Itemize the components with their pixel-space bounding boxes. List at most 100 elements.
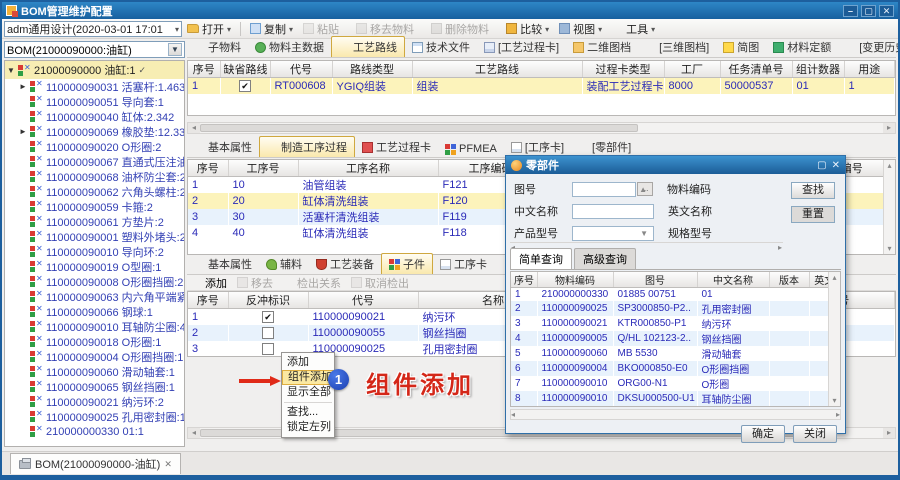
context-menu-item[interactable]: 锁定左列 <box>282 420 334 435</box>
child-toolbar-button[interactable]: 添加 <box>191 274 227 292</box>
main-tab[interactable]: 二维图档 <box>566 37 638 57</box>
toolbar-button[interactable]: 比较 <box>501 20 554 38</box>
expander-icon[interactable]: ► <box>19 127 27 136</box>
expander-icon[interactable]: ► <box>19 82 27 91</box>
route-detail-tab[interactable]: 基本属性 <box>187 137 259 157</box>
tree-node[interactable]: ► 110000090004 O形圈挡圈:1 ✓ <box>5 349 184 364</box>
tree-node[interactable]: ► 110000090020 O形圈:2 ✓ <box>5 139 184 154</box>
drawing-no-input[interactable] <box>572 182 636 197</box>
bom-view-combobox[interactable]: BOM(21000090000:油缸) ▼ <box>4 41 185 58</box>
chinese-name-input[interactable] <box>572 204 654 219</box>
toolbar-button[interactable]: 复制 <box>245 20 298 38</box>
horizontal-scrollbar[interactable]: ◂ ▸ <box>187 122 896 134</box>
query-tab[interactable]: 简单查询 <box>510 248 572 269</box>
status-tab[interactable]: BOM(21000090000-油缸) ✕ <box>10 453 181 474</box>
context-menu-item[interactable]: 查找... <box>282 405 334 420</box>
dialog-close-button[interactable]: 关闭 <box>793 425 837 443</box>
minimize-button[interactable]: – <box>843 5 858 17</box>
parts-row[interactable]: 6110000090004 BKO000850-E0O形圈挡圈 <box>511 361 840 376</box>
vertical-scrollbar[interactable]: ▴ ▾ <box>883 160 895 254</box>
scroll-right-icon[interactable]: ▸ <box>883 428 895 438</box>
maximize-button[interactable]: ▢ <box>861 5 876 17</box>
main-tab[interactable]: 简图 <box>716 37 766 57</box>
default-route-checkbox[interactable]: ✔ <box>239 80 251 92</box>
scroll-up-icon[interactable]: ▴ <box>887 161 891 170</box>
tree-node[interactable]: ► 110000090019 O型圈:1 ✓ <box>5 259 184 274</box>
parts-row[interactable]: 5110000090060 MB 5530滑动轴套 <box>511 346 840 361</box>
main-tab[interactable]: 物料主数据 <box>248 37 331 57</box>
tree-node[interactable]: ► 110000090066 钢球:1 ✓ <box>5 304 184 319</box>
main-tab[interactable]: 子物料 <box>187 37 248 57</box>
tree-root-node[interactable]: ▼ 21000090000 油缸:1 ✓ <box>5 61 184 79</box>
operation-detail-tab[interactable]: 基本属性 <box>187 254 259 274</box>
tree-node[interactable]: ► 110000090021 纳污环:2 ✓ <box>5 394 184 409</box>
scroll-left-icon[interactable]: ◂ <box>188 428 200 438</box>
operation-detail-tab[interactable]: 子件 <box>381 253 433 274</box>
tree-node[interactable]: ► 110000090008 O形圈挡圈:2 ✓ <box>5 274 184 289</box>
context-menu-item[interactable]: 显示全部 <box>282 385 334 400</box>
scroll-down-icon[interactable]: ▼ <box>640 229 648 238</box>
child-toolbar-button[interactable]: 检出关系 <box>283 274 341 292</box>
horizontal-scrollbar[interactable]: ◂▸ <box>510 409 841 420</box>
tree-node[interactable]: ► 110000090018 O形圈:1 ✓ <box>5 334 184 349</box>
scroll-up-icon[interactable]: ▲ <box>639 185 647 194</box>
ok-button[interactable]: 确定 <box>741 425 785 443</box>
tree-node[interactable]: ► 210000000330 01:1 ✓ <box>5 424 184 439</box>
main-tab[interactable]: 材料定额 <box>766 37 838 57</box>
main-tab[interactable]: [变更历史] <box>838 37 900 57</box>
route-row[interactable]: 1 ✔ RT000608YGIQ组装 组装装配工艺过程卡 80005000053… <box>188 78 895 95</box>
dialog-maximize-icon[interactable]: ▢ <box>817 160 826 171</box>
toolbar-button[interactable]: 工具 <box>607 20 660 38</box>
main-tab[interactable]: [三维图档] <box>638 37 716 57</box>
tree-node[interactable]: ► 110000090063 内六角平端紧定螺钉:1 ✓ <box>5 289 184 304</box>
tree-node[interactable]: ► 110000090040 缸体:2.342 ✓ <box>5 109 184 124</box>
tree-node[interactable]: ► 110000090062 六角头螺柱:2 ✓ <box>5 184 184 199</box>
profile-combobox[interactable]: adm通用设计(2020-03-01 17:01 <box>4 21 182 37</box>
child-toolbar-button[interactable]: 取消检出 <box>351 274 409 292</box>
toolbar-button[interactable]: 删除物料 <box>426 20 501 38</box>
main-tab[interactable]: [工艺过程卡] <box>477 37 566 57</box>
main-tab[interactable]: 工艺路线 <box>331 36 405 57</box>
context-menu-item[interactable]: 添加 <box>282 355 334 370</box>
toolbar-button[interactable]: 移去物料 <box>351 20 426 38</box>
tree-node[interactable]: ► 110000090069 橡胶垫:12.334 ✓ <box>5 124 184 139</box>
scroll-right-icon[interactable]: ▸ <box>883 123 895 133</box>
tree-node[interactable]: ► 110000090031 活塞杆:1.463 ✓ <box>5 79 184 94</box>
scroll-down-icon[interactable]: ▾ <box>832 396 836 405</box>
expander-icon[interactable]: ▼ <box>7 66 15 75</box>
tree-node[interactable]: ► 110000090061 方垫片:2 ✓ <box>5 214 184 229</box>
vertical-scrollbar[interactable]: ▴ ▾ <box>828 272 840 406</box>
tree-node[interactable]: ► 110000090051 导向套:1 ✓ <box>5 94 184 109</box>
tree-node[interactable]: ► 110000090010 导向环:2 ✓ <box>5 244 184 259</box>
tree-node[interactable]: ► 110000090025 孔用密封圈:1 ✓ <box>5 409 184 424</box>
toolbar-button[interactable]: 视图 <box>554 20 607 38</box>
scroll-up-icon[interactable]: ▴ <box>832 273 836 282</box>
close-tab-icon[interactable]: ✕ <box>164 459 172 470</box>
main-tab[interactable]: 技术文件 <box>405 37 477 57</box>
close-button[interactable]: ✕ <box>879 5 894 17</box>
tree-node[interactable]: ► 110000090001 塑料外堵头:2 ✓ <box>5 229 184 244</box>
route-detail-tab[interactable]: PFMEA <box>438 141 504 157</box>
operation-detail-tab[interactable]: 工艺装备 <box>309 254 381 274</box>
backflush-checkbox[interactable] <box>262 343 274 355</box>
route-detail-tab[interactable]: [工序卡] <box>504 137 571 157</box>
backflush-checkbox[interactable]: ✔ <box>262 311 274 323</box>
query-tab[interactable]: 高级查询 <box>574 248 636 269</box>
parts-row[interactable]: 2110000090025 SP3000850-P2..孔用密封圈 <box>511 301 840 316</box>
reset-button[interactable]: 重置 <box>791 206 835 223</box>
parts-row[interactable]: 1210000000330 01885 0075101 <box>511 288 840 301</box>
backflush-checkbox[interactable] <box>262 327 274 339</box>
parts-row[interactable]: 3110000090021 KTR000850-P1纳污环 <box>511 316 840 331</box>
scroll-down-icon[interactable]: ▾ <box>887 244 891 253</box>
scroll-left-icon[interactable]: ◂ <box>188 123 200 133</box>
child-toolbar-button[interactable]: 移去 <box>237 274 273 292</box>
route-detail-tab[interactable]: 工艺过程卡 <box>355 137 438 157</box>
operation-detail-tab[interactable]: 辅料 <box>259 254 309 274</box>
tree-node[interactable]: ► 110000090059 卡箍:2 ✓ <box>5 199 184 214</box>
parts-row[interactable]: 7110000090010 ORG00-N1O形圈 <box>511 376 840 391</box>
open-button[interactable]: 打开 <box>182 20 236 38</box>
scroll-thumb[interactable] <box>200 124 638 132</box>
toolbar-button[interactable]: 粘贴 <box>298 20 351 38</box>
context-menu-item[interactable]: 组件添加 <box>282 370 334 385</box>
search-button[interactable]: 查找 <box>791 182 835 199</box>
